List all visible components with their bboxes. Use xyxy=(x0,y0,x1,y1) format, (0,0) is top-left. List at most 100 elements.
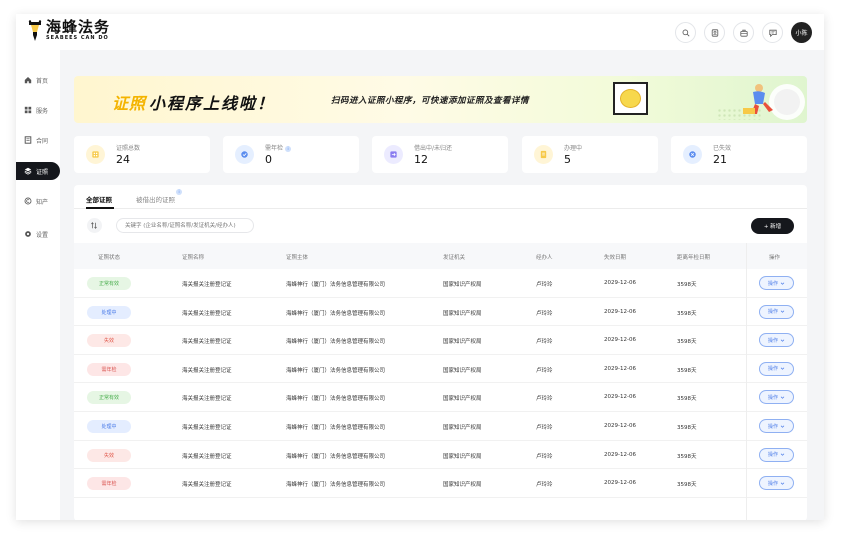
cell-expiry: 2029-12-06 xyxy=(604,451,636,458)
row-action-label: 操作 xyxy=(767,309,778,316)
cell-days: 3598天 xyxy=(677,396,697,403)
logo-title: 海蜂法务 xyxy=(46,18,111,36)
info-icon[interactable]: i xyxy=(285,145,292,152)
license-icon xyxy=(86,145,105,164)
contacts-icon xyxy=(711,28,718,37)
table-row[interactable]: 需年检 海关报关注册登记证 海蜂神行（厦门）法务信息管理有限公司 国家知识产权局 卢玲玲… xyxy=(74,355,807,384)
briefcase-button[interactable] xyxy=(733,22,754,43)
status-badge: 需年检 xyxy=(87,477,131,491)
chevron-down-icon xyxy=(780,282,785,285)
stat-card-processing[interactable]: 办理中 5 xyxy=(522,136,658,173)
row-action-label: 操作 xyxy=(767,423,778,430)
sidebar-item-label: 服务 xyxy=(36,107,49,115)
promo-banner[interactable]: 证照 小程序上线啦！ 扫码进入证照小程序，可快速添加证照及查看详情 xyxy=(74,76,807,123)
sidebar-item-ip[interactable]: 知产 xyxy=(16,192,60,210)
row-action-button[interactable]: 操作 xyxy=(759,476,794,491)
message-button[interactable] xyxy=(762,22,783,43)
row-action-button[interactable]: 操作 xyxy=(759,419,794,433)
cell-days: 3598天 xyxy=(677,425,697,431)
stat-card-total[interactable]: 证照总数 24 xyxy=(74,136,210,173)
table-row[interactable]: 失效 海关报关注册登记证 海蜂神行（厦门）法务信息管理有限公司 国家知识产权局 卢玲玲 2… xyxy=(74,441,807,470)
row-action-label: 操作 xyxy=(767,480,778,487)
column-header: 失效日期 xyxy=(604,255,627,261)
logo-subtitle: SEABEES CAN DO xyxy=(46,35,109,41)
stat-value: 5 xyxy=(564,153,571,166)
cell-days: 3598天 xyxy=(677,482,697,489)
row-action-button[interactable]: 操作 xyxy=(759,390,794,405)
table-row[interactable]: 正常有效 海关报关注册登记证 海蜂神行（厦门）法务信息管理有限公司 国家知识产权局 卢玲… xyxy=(74,269,807,298)
banner-title: 小程序上线啦！ xyxy=(149,94,276,113)
app-window: 海蜂法务 SEABEES CAN DO 小陈 首页 服务 合同 证照 知产 设置… xyxy=(16,14,824,520)
mini-program-code-icon xyxy=(620,89,641,108)
cell-handler: 卢玲玲 xyxy=(536,282,553,288)
qr-code xyxy=(613,82,648,115)
stat-value: 24 xyxy=(116,153,130,166)
status-badge: 正常有效 xyxy=(87,277,131,290)
cell-authority: 国家知识产权局 xyxy=(443,282,482,288)
stat-label: 证照总数 xyxy=(116,145,141,152)
stat-value: 12 xyxy=(414,153,428,166)
expired-icon xyxy=(683,145,702,164)
cell-subject: 海蜂神行（厦门）法务信息管理有限公司 xyxy=(286,396,386,403)
user-avatar[interactable]: 小陈 xyxy=(791,22,812,43)
cell-days: 3598天 xyxy=(677,453,697,460)
column-header: 证照名称 xyxy=(182,255,205,261)
search-input[interactable] xyxy=(116,218,254,233)
cell-days: 3598天 xyxy=(677,282,697,288)
row-action-button[interactable]: 操作 xyxy=(759,361,794,376)
contacts-button[interactable] xyxy=(704,22,725,43)
stat-value: 21 xyxy=(713,153,727,166)
tab-lent-licenses[interactable]: 被借出的证照 xyxy=(136,194,175,204)
cell-name: 海关报关注册登记证 xyxy=(182,396,232,403)
sidebar-item-services[interactable]: 服务 xyxy=(16,101,60,119)
logo[interactable]: 海蜂法务 SEABEES CAN DO xyxy=(28,20,110,42)
add-license-button[interactable]: + 新增 xyxy=(751,218,794,234)
cell-authority: 国家知识产权局 xyxy=(443,453,482,460)
sidebar-item-settings[interactable]: 设置 xyxy=(16,225,60,243)
column-header: 距离年检日期 xyxy=(677,255,711,261)
cell-name: 海关报关注册登记证 xyxy=(182,339,232,346)
processing-icon xyxy=(534,145,553,164)
stat-label: 需年检 i xyxy=(265,143,292,152)
sidebar-item-home[interactable]: 首页 xyxy=(16,71,60,89)
table-row[interactable]: 处理中 海关报关注册登记证 海蜂神行（厦门）法务信息管理有限公司 国家知识产权局 卢玲玲… xyxy=(74,298,807,327)
row-action-button[interactable]: 操作 xyxy=(759,333,794,348)
column-header: 经办人 xyxy=(536,255,553,261)
cell-authority: 国家知识产权局 xyxy=(443,482,482,489)
sidebar-item-contracts[interactable]: 合同 xyxy=(16,131,60,149)
home-icon xyxy=(23,76,32,85)
cell-subject: 海蜂神行（厦门）法务信息管理有限公司 xyxy=(286,310,386,317)
cell-handler: 卢玲玲 xyxy=(536,367,553,374)
table-row[interactable]: 正常有效 海关报关注册登记证 海蜂神行（厦门）法务信息管理有限公司 国家知识产权局 卢玲… xyxy=(74,383,807,412)
stat-card-lent[interactable]: 借出中/未归还 12 xyxy=(372,136,508,173)
chevron-down-icon xyxy=(780,425,785,428)
stat-card-expired[interactable]: 已失效 21 xyxy=(671,136,807,173)
cell-authority: 国家知识产权局 xyxy=(443,425,482,431)
row-action-button[interactable]: 操作 xyxy=(759,276,794,290)
filter-button[interactable] xyxy=(87,218,102,233)
sidebar-item-label: 设置 xyxy=(36,231,49,239)
tab-all-licenses[interactable]: 全部证照 xyxy=(86,194,112,204)
row-action-button[interactable]: 操作 xyxy=(759,447,794,462)
stat-value: 0 xyxy=(265,153,272,166)
search-button[interactable] xyxy=(675,22,696,43)
top-bar: 海蜂法务 SEABEES CAN DO 小陈 xyxy=(16,14,824,50)
status-badge: 处理中 xyxy=(87,420,131,433)
cell-expiry: 2029-12-06 xyxy=(604,308,636,315)
cell-subject: 海蜂神行（厦门）法务信息管理有限公司 xyxy=(286,453,386,460)
stat-card-inspection[interactable]: 需年检 i 0 xyxy=(223,136,359,173)
chevron-down-icon xyxy=(780,310,785,313)
cell-authority: 国家知识产权局 xyxy=(443,396,482,403)
gear-icon xyxy=(23,230,32,239)
table-row[interactable]: 处理中 海关报关注册登记证 海蜂神行（厦门）法务信息管理有限公司 国家知识产权局 卢玲玲… xyxy=(74,412,807,441)
lent-icon xyxy=(384,145,403,164)
sidebar-item-label: 合同 xyxy=(36,137,49,145)
chevron-down-icon xyxy=(780,482,785,485)
table-row[interactable]: 需年检 海关报关注册登记证 海蜂神行（厦门）法务信息管理有限公司 国家知识产权局 卢玲玲… xyxy=(74,469,807,498)
sidebar-item-licenses[interactable]: 证照 xyxy=(16,162,60,180)
cell-subject: 海蜂神行（厦门）法务信息管理有限公司 xyxy=(286,339,386,346)
table-row[interactable]: 失效 海关报关注册登记证 海蜂神行（厦门）法务信息管理有限公司 国家知识产权局 卢玲玲 2… xyxy=(74,326,807,355)
row-action-label: 操作 xyxy=(767,280,778,287)
info-icon[interactable]: i xyxy=(176,189,182,195)
row-action-button[interactable]: 操作 xyxy=(759,304,794,319)
